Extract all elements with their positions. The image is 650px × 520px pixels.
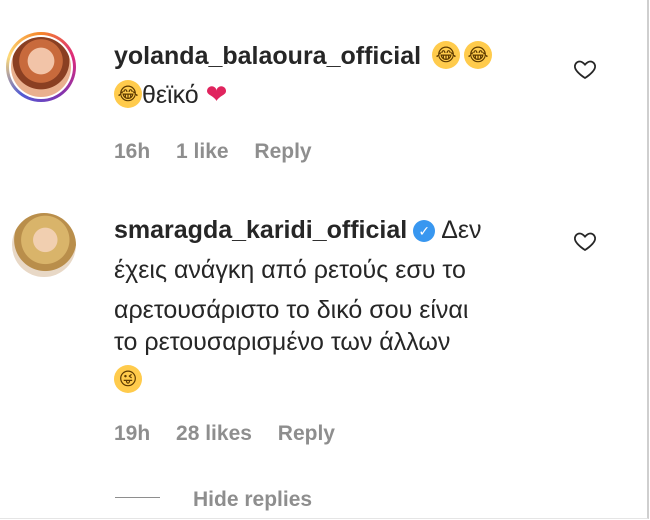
reply-button[interactable]: Reply — [254, 140, 311, 163]
red-heart-icon: ❤ — [205, 79, 228, 109]
heart-outline-icon[interactable] — [572, 229, 598, 253]
comment-2-line1: smaragda_karidi_official ✓ Δεν — [114, 210, 482, 250]
joy-emoji-icon: 😂 — [114, 80, 142, 108]
comment-text: το ρετουσαρισμένο των άλλων — [114, 328, 451, 356]
comment-timestamp: 16h — [114, 140, 151, 163]
hide-replies-button[interactable]: Hide replies — [193, 488, 312, 512]
comment-1-line1: yolanda_balaoura_official 😂 😂 — [114, 36, 492, 76]
comment-1-meta: 16h 1 like Reply — [114, 140, 332, 164]
comment-2-emoji: 😜 — [114, 360, 142, 400]
avatar[interactable] — [12, 213, 76, 277]
reply-button[interactable]: Reply — [278, 422, 335, 445]
comment-2-meta: 19h 28 likes Reply — [114, 422, 355, 446]
comment-username[interactable]: smaragda_karidi_official — [114, 216, 407, 244]
like-count[interactable]: 1 like — [176, 140, 229, 163]
comment-1-line2: 😂 θεϊκό ❤ — [114, 74, 227, 115]
winking-tongue-emoji-icon: 😜 — [114, 365, 142, 393]
comment-username[interactable]: yolanda_balaoura_official — [114, 42, 421, 70]
heart-outline-icon[interactable] — [572, 57, 598, 81]
divider-line — [115, 497, 160, 498]
comment-text: θεϊκό — [142, 81, 199, 109]
joy-emoji-icon: 😂 — [464, 41, 492, 69]
comment-timestamp: 19h — [114, 422, 151, 445]
avatar[interactable] — [11, 37, 71, 97]
comment-text: Δεν — [441, 216, 482, 244]
comment-text: έχεις ανάγκη από ρετούς εσυ το — [114, 256, 466, 284]
verified-badge-icon: ✓ — [413, 220, 436, 242]
joy-emoji-icon: 😂 — [432, 41, 460, 69]
like-count[interactable]: 28 likes — [176, 422, 252, 445]
